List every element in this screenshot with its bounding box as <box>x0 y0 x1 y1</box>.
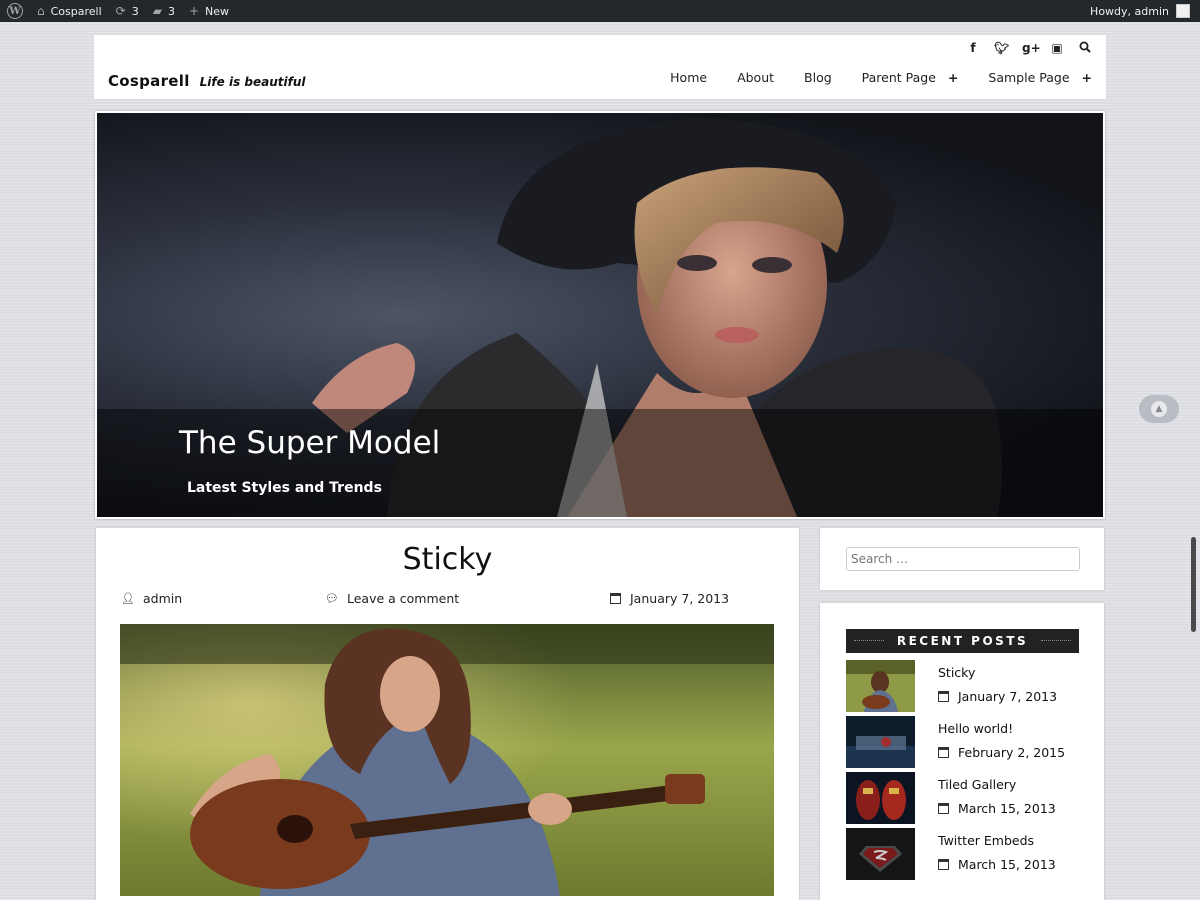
hero-title: The Super Model <box>179 425 441 461</box>
dashboard-icon: ⌂ <box>37 4 45 18</box>
calendar-icon <box>610 593 621 604</box>
recent-post-item[interactable]: Twitter Embeds March 15, 2013 <box>846 828 1086 880</box>
wordpress-icon: W <box>7 3 23 19</box>
updates-count: 3 <box>131 4 139 18</box>
expand-icon[interactable]: + <box>1082 70 1092 85</box>
nav-item-sample-page[interactable]: Sample Page + <box>988 70 1092 85</box>
recent-post-title[interactable]: Twitter Embeds <box>938 833 1034 848</box>
site-title[interactable]: Cosparell <box>108 72 190 90</box>
branding: Cosparell Life is beautiful <box>108 72 305 90</box>
calendar-icon <box>938 691 949 702</box>
comments-label: Leave a comment <box>346 591 460 606</box>
main-navigation: Home About Blog Parent Page + Sample Page… <box>670 70 1092 85</box>
date-label: January 7, 2013 <box>630 591 730 606</box>
recent-post-title[interactable]: Hello world! <box>938 721 1013 736</box>
chevron-up-icon: ▲ <box>1151 401 1167 417</box>
post-thumbnail <box>846 716 915 768</box>
recent-post-date: January 7, 2013 <box>938 689 1057 704</box>
facebook-icon[interactable]: f <box>966 41 980 56</box>
recent-post-date: March 15, 2013 <box>938 801 1056 816</box>
site-tagline: Life is beautiful <box>199 75 306 89</box>
nav-label: About <box>737 70 775 85</box>
post-title[interactable]: Sticky <box>96 542 799 577</box>
new-content-menu[interactable]: + New <box>182 0 236 22</box>
howdy-text: Howdy, admin <box>1090 4 1169 18</box>
twitter-icon[interactable]: 🐦︎ <box>994 41 1009 56</box>
post-article: Sticky 👤︎ admin 💬︎ Leave a comment Janua… <box>96 528 799 900</box>
scroll-to-top-button[interactable]: ▲ <box>1139 395 1179 423</box>
site-name-menu[interactable]: ⌂ Cosparell <box>30 0 109 22</box>
recent-post-title[interactable]: Sticky <box>938 665 975 680</box>
my-account-menu[interactable]: Howdy, admin <box>1083 0 1190 22</box>
date-label: January 7, 2013 <box>958 689 1058 704</box>
nav-label: Blog <box>804 70 832 85</box>
recent-posts-heading: RECENT POSTS <box>846 629 1079 653</box>
recent-posts-widget: RECENT POSTS Sticky January 7, 2013 Hell… <box>820 603 1104 900</box>
social-links: f 🐦︎ g+ ▣ <box>966 41 1092 56</box>
hero-slider[interactable]: The Super Model Latest Styles and Trends <box>95 111 1105 519</box>
plus-icon: + <box>188 4 200 18</box>
post-comments-link[interactable]: 💬︎ Leave a comment <box>325 591 459 606</box>
wp-logo-menu[interactable]: W <box>0 0 30 22</box>
post-date[interactable]: January 7, 2013 <box>610 591 729 606</box>
calendar-icon <box>938 803 949 814</box>
nav-label: Home <box>670 70 708 85</box>
calendar-icon <box>938 747 949 758</box>
post-author[interactable]: 👤︎ admin <box>121 591 182 606</box>
recent-post-item[interactable]: Hello world! February 2, 2015 <box>846 716 1086 768</box>
admin-site-name: Cosparell <box>50 4 102 18</box>
site-header: f 🐦︎ g+ ▣ Cosparell Life is beautiful Ho… <box>94 35 1106 99</box>
new-label: New <box>205 4 230 18</box>
recent-post-date: March 15, 2013 <box>938 857 1056 872</box>
nav-label: Sample Page <box>988 70 1070 85</box>
search-widget <box>820 528 1104 590</box>
comment-icon: ▰ <box>152 4 162 18</box>
nav-item-home[interactable]: Home <box>670 70 707 85</box>
post-thumbnail <box>846 828 915 880</box>
girl-with-guitar-image <box>120 624 774 896</box>
user-icon: 👤︎ <box>121 592 135 605</box>
date-label: March 15, 2013 <box>958 801 1056 816</box>
recent-post-date: February 2, 2015 <box>938 745 1065 760</box>
google-plus-icon[interactable]: g+ <box>1022 41 1041 56</box>
updates-icon: ⟳ <box>115 4 126 18</box>
author-name: admin <box>142 591 183 606</box>
recent-post-item[interactable]: Tiled Gallery March 15, 2013 <box>846 772 1086 824</box>
comments-count: 3 <box>167 4 175 18</box>
date-label: February 2, 2015 <box>958 745 1066 760</box>
nav-label: Parent Page <box>861 70 936 85</box>
nav-item-about[interactable]: About <box>737 70 774 85</box>
avatar <box>1176 4 1190 18</box>
post-thumbnail <box>846 772 915 824</box>
date-label: March 15, 2013 <box>958 857 1056 872</box>
page-scrollbar-thumb[interactable] <box>1191 537 1196 632</box>
heading-label: RECENT POSTS <box>896 634 1029 648</box>
expand-icon[interactable]: + <box>948 70 958 85</box>
hero-subtitle: Latest Styles and Trends <box>187 480 382 496</box>
comment-icon: 💬︎ <box>325 592 339 605</box>
search-icon[interactable] <box>1078 41 1092 56</box>
post-featured-image[interactable] <box>120 624 774 896</box>
admin-bar: W ⌂ Cosparell ⟳ 3 ▰ 3 + New Howdy, admin <box>0 0 1200 22</box>
recent-post-item[interactable]: Sticky January 7, 2013 <box>846 660 1086 712</box>
nav-item-parent-page[interactable]: Parent Page + <box>862 70 959 85</box>
comments-menu[interactable]: ▰ 3 <box>146 0 182 22</box>
nav-item-blog[interactable]: Blog <box>804 70 832 85</box>
youtube-icon[interactable]: ▣ <box>1050 41 1064 56</box>
calendar-icon <box>938 859 949 870</box>
search-input[interactable] <box>846 547 1080 571</box>
recent-post-title[interactable]: Tiled Gallery <box>938 777 1016 792</box>
post-thumbnail <box>846 660 915 712</box>
updates-menu[interactable]: ⟳ 3 <box>109 0 146 22</box>
